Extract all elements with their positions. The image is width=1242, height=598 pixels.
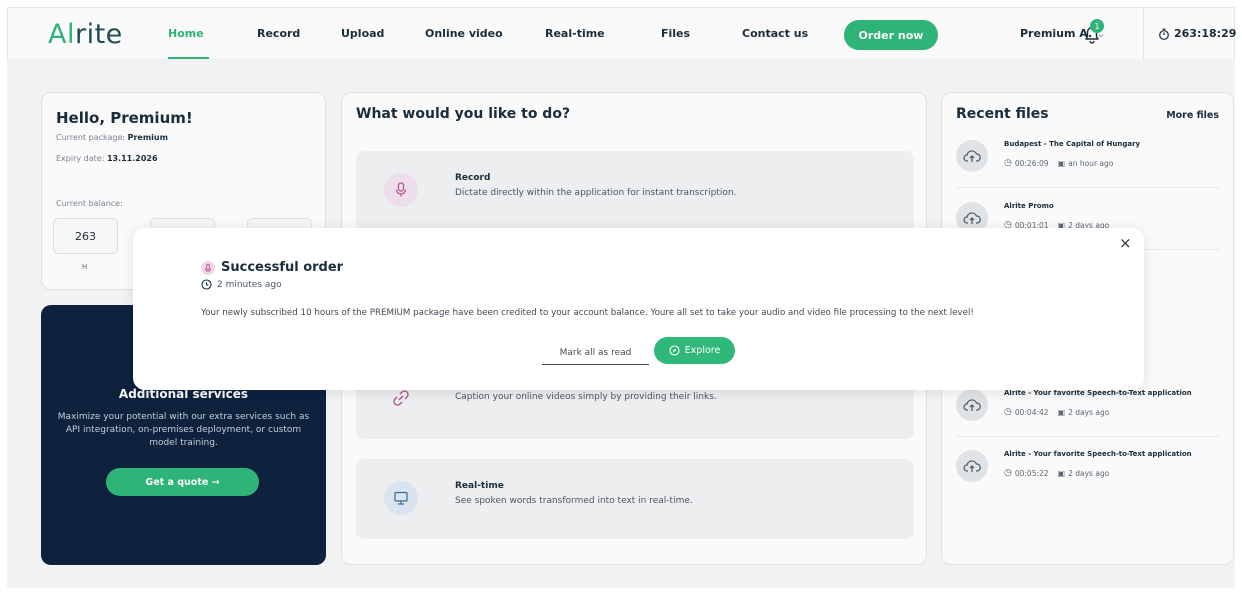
close-icon[interactable]: × [1119, 234, 1133, 252]
notification-modal: × Successful order 2 minutes ago Your ne… [133, 228, 1144, 390]
modal-timestamp: 2 minutes ago [201, 279, 282, 290]
modal-title: Successful order [221, 260, 344, 275]
mark-all-read-button[interactable]: Mark all as read [542, 341, 649, 365]
explore-button[interactable]: Explore [654, 337, 735, 364]
microphone-icon [201, 261, 215, 275]
clock-icon [201, 279, 212, 290]
modal-message: Your newly subscribed 10 hours of the PR… [201, 308, 974, 318]
compass-icon [669, 345, 680, 356]
